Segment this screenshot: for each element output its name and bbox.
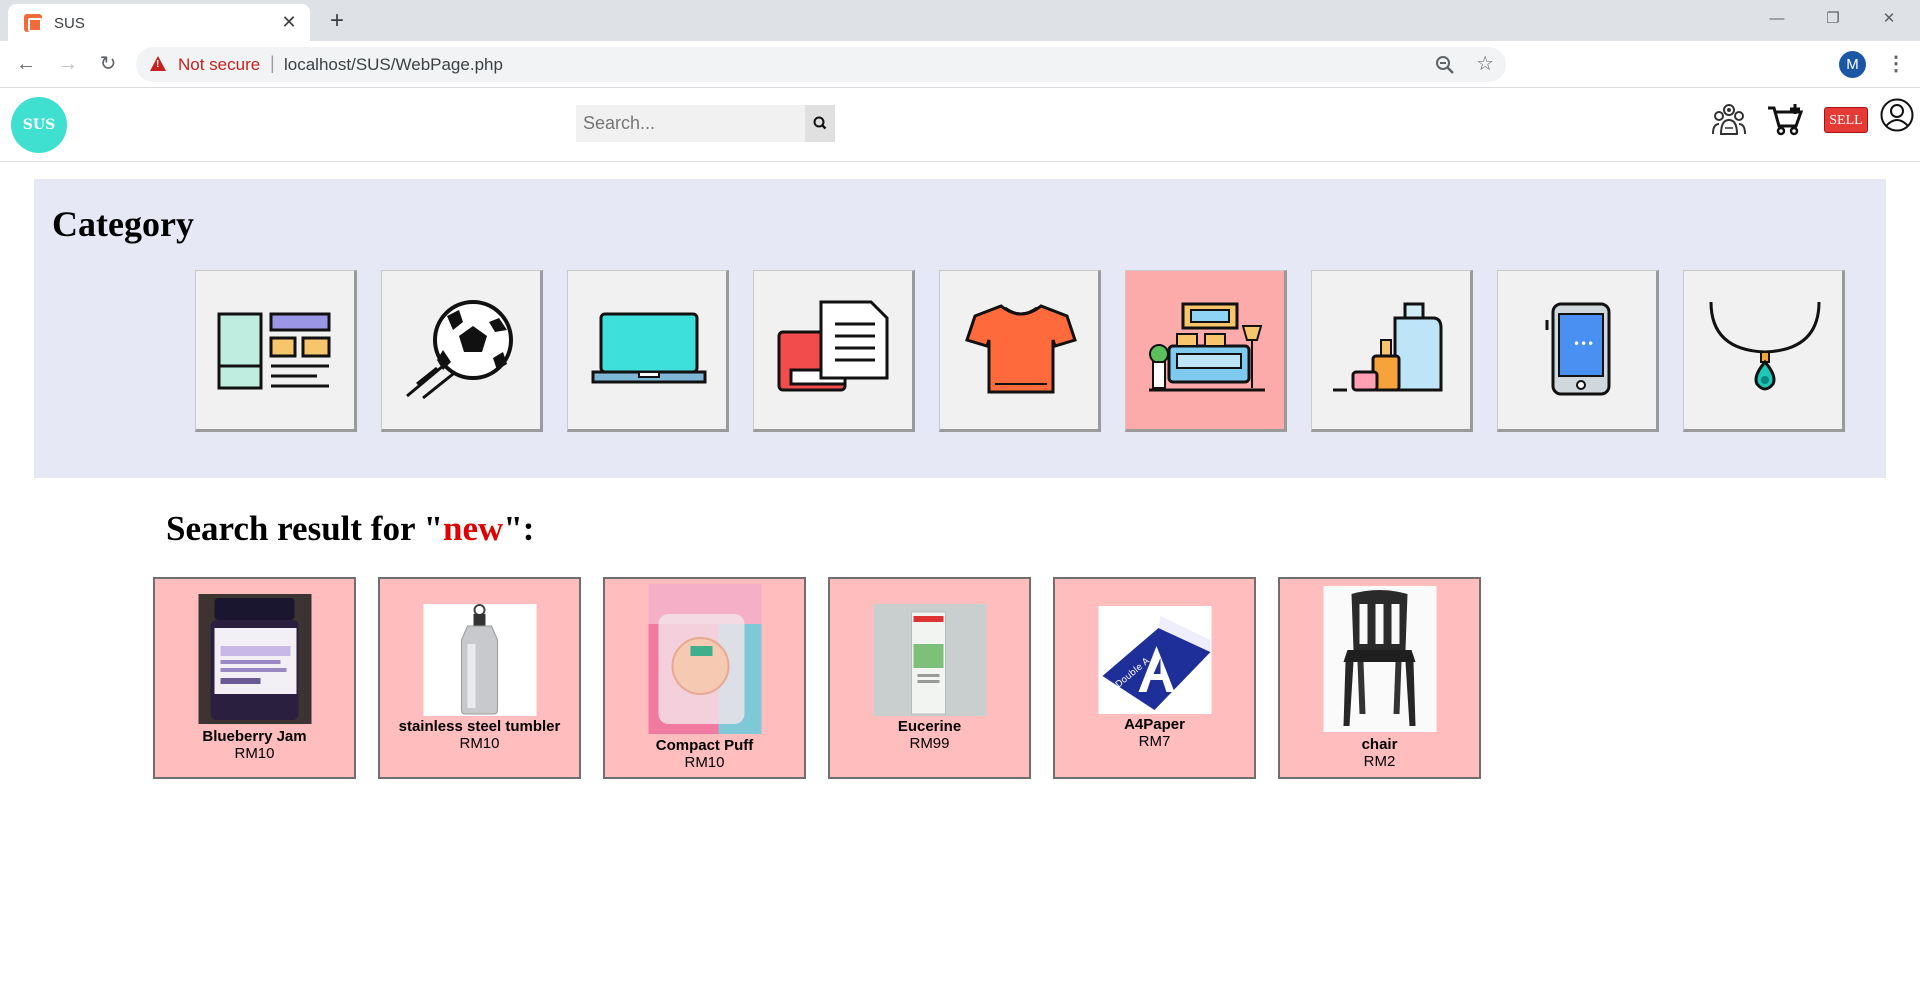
category-tile-beauty[interactable]	[1311, 270, 1473, 432]
furniture-icon	[1149, 302, 1265, 392]
product-image[interactable]	[1323, 586, 1436, 732]
product-image[interactable]	[198, 594, 311, 724]
product-card[interactable]: chair RM2	[1278, 577, 1481, 779]
browser-tabstrip: SUS ✕ + — ❐ ✕	[0, 0, 1920, 41]
product-name[interactable]: A4Paper	[1055, 716, 1254, 733]
browser-menu-icon[interactable]: ⋮	[1886, 50, 1906, 78]
product-price: RM99	[909, 735, 950, 752]
cart-icon[interactable]	[1766, 100, 1806, 136]
product-image[interactable]: Double A	[1098, 606, 1211, 714]
result-prefix: Search result for "	[166, 509, 444, 548]
laptop-icon	[591, 312, 707, 384]
address-bar[interactable]: Not secure | localhost/SUS/WebPage.php ☆	[136, 47, 1506, 82]
url-text[interactable]: localhost/SUS/WebPage.php	[284, 55, 503, 75]
warning-icon	[150, 56, 166, 71]
account-icon[interactable]	[1880, 98, 1914, 132]
site-header: SUS SELL	[0, 88, 1920, 162]
search-icon	[813, 116, 827, 130]
tshirt-icon	[965, 304, 1077, 394]
search-box	[576, 105, 835, 142]
product-price: RM10	[234, 745, 275, 762]
url-separator: |	[270, 53, 275, 73]
product-price: RM7	[1138, 733, 1171, 750]
category-tile-jewelry[interactable]	[1683, 270, 1845, 432]
zoom-icon[interactable]	[1434, 54, 1456, 76]
svg-text:•••: •••	[1573, 337, 1594, 351]
site-logo[interactable]: SUS	[11, 97, 67, 153]
product-name[interactable]: chair	[1280, 736, 1479, 753]
cosmetics-icon	[1333, 302, 1443, 392]
community-icon[interactable]	[1711, 100, 1747, 138]
forward-icon[interactable]: →	[54, 50, 82, 78]
profile-avatar[interactable]: M	[1839, 51, 1866, 78]
smartphone-icon: •••	[1545, 302, 1611, 396]
books-documents-icon	[777, 300, 889, 392]
tab-close-icon[interactable]: ✕	[278, 11, 300, 33]
product-name[interactable]: Compact Puff	[605, 737, 804, 754]
minimize-icon[interactable]: —	[1762, 6, 1792, 32]
product-image[interactable]	[423, 604, 536, 716]
new-tab-icon[interactable]: +	[324, 8, 350, 34]
category-tile-books[interactable]	[753, 270, 915, 432]
bookmark-star-icon[interactable]: ☆	[1476, 51, 1494, 76]
product-card[interactable]: Compact Puff RM10	[603, 577, 806, 779]
category-title: Category	[52, 204, 194, 244]
necklace-icon	[1709, 301, 1821, 391]
browser-toolbar: ← → ↻ Not secure | localhost/SUS/WebPage…	[0, 41, 1920, 88]
restore-icon[interactable]: ❐	[1818, 6, 1848, 32]
product-card[interactable]: Eucerine RM99	[828, 577, 1031, 779]
tab-title: SUS	[54, 15, 85, 32]
xampp-favicon-icon	[24, 14, 42, 32]
reload-icon[interactable]: ↻	[94, 50, 122, 78]
result-suffix: ":	[503, 509, 535, 548]
category-tile-electronics[interactable]	[567, 270, 729, 432]
product-image[interactable]	[873, 604, 986, 716]
not-secure-label[interactable]: Not secure	[178, 55, 260, 75]
product-name[interactable]: Blueberry Jam	[155, 728, 354, 745]
category-tile-furniture[interactable]	[1125, 270, 1287, 432]
browser-tab[interactable]: SUS ✕	[8, 4, 310, 41]
back-icon[interactable]: ←	[12, 50, 40, 78]
product-card[interactable]: Blueberry Jam RM10	[153, 577, 356, 779]
window-close-icon[interactable]: ✕	[1874, 6, 1904, 32]
product-name[interactable]: stainless steel tumbler	[380, 718, 579, 735]
product-price: RM2	[1363, 753, 1396, 770]
category-tile-clothing[interactable]	[939, 270, 1101, 432]
product-price: RM10	[459, 735, 500, 752]
search-input[interactable]	[576, 105, 805, 142]
category-tile-sports[interactable]	[381, 270, 543, 432]
category-panel: Category •••	[34, 179, 1886, 478]
product-card[interactable]: stainless steel tumbler RM10	[378, 577, 581, 779]
catalog-icon	[217, 312, 331, 390]
sell-button[interactable]: SELL	[1824, 107, 1868, 133]
soccer-ball-icon	[406, 300, 513, 400]
category-tile-phones[interactable]: •••	[1497, 270, 1659, 432]
product-image[interactable]	[648, 584, 761, 734]
search-keyword: new	[443, 509, 504, 548]
search-result-heading: Search result for "new":	[166, 509, 534, 549]
search-button[interactable]	[805, 105, 835, 142]
category-tile-catalog[interactable]	[195, 270, 357, 432]
product-card[interactable]: Double A A4Paper RM7	[1053, 577, 1256, 779]
product-price: RM10	[684, 754, 725, 771]
product-name[interactable]: Eucerine	[830, 718, 1029, 735]
